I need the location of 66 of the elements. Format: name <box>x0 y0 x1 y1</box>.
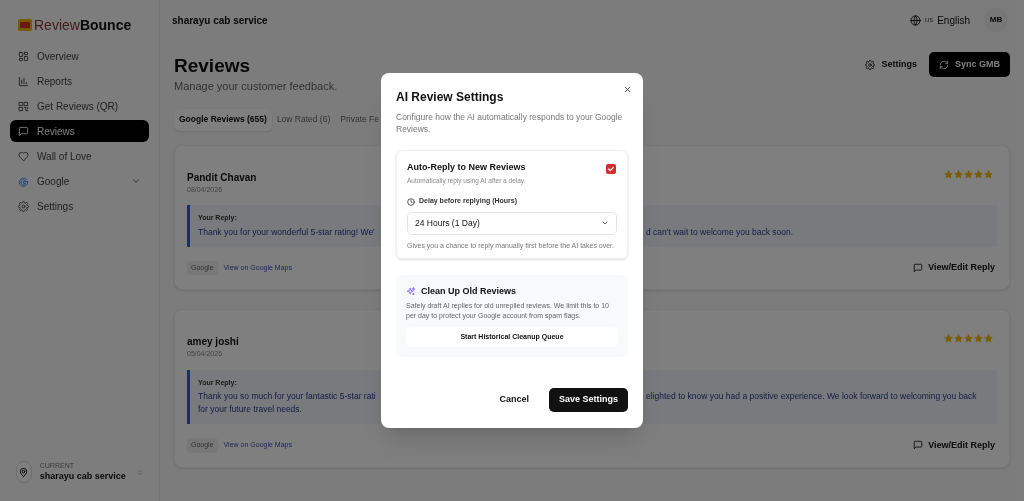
tab[interactable]: Google Reviews (655) <box>174 108 272 131</box>
sparkles-icon <box>406 286 416 297</box>
section-title: Auto-Reply to New Reviews <box>407 161 526 174</box>
star-icon <box>954 334 963 343</box>
dialog-title: AI Review Settings <box>396 89 505 106</box>
review-author: Pandit Chavan <box>187 170 257 185</box>
refresh-icon <box>939 59 949 70</box>
sidebar-item[interactable]: Google <box>10 170 149 192</box>
star-icon <box>944 334 953 343</box>
delay-select[interactable]: 24 Hours (1 Day) <box>407 211 617 235</box>
sidebar-item[interactable]: Settings <box>10 195 149 217</box>
edit-reply-button[interactable]: View/Edit Reply <box>913 438 995 452</box>
cancel-button[interactable]: Cancel <box>489 388 539 412</box>
star-icon <box>964 334 973 343</box>
current-business: sharayu cab service <box>39 470 126 483</box>
brand-name: ReviewBounce <box>34 17 132 32</box>
auto-reply-checkbox[interactable] <box>606 164 616 174</box>
globe-icon <box>909 14 921 26</box>
reply-text: Thank you for your wonderful 5-star rating! We' <box>198 225 376 239</box>
sync-button[interactable]: Sync GMB <box>929 52 1010 77</box>
dialog-description: Configure how the AI automatically responds to your Google Reviews. <box>396 111 624 135</box>
business-name: sharayu cab service <box>172 13 268 28</box>
tab[interactable]: Private Fe <box>335 108 384 131</box>
heart-icon <box>18 150 29 162</box>
star-icon <box>984 334 993 343</box>
user-avatar[interactable]: MB <box>984 8 1008 32</box>
sidebar-item[interactable]: Reports <box>10 70 149 92</box>
reply-text: d can't wait to welcome you back soon. <box>646 225 794 239</box>
star-icon <box>974 334 983 343</box>
chat-icon <box>18 125 29 137</box>
tab[interactable]: Low Rated (6) <box>271 108 336 131</box>
google-icon <box>18 175 29 187</box>
review-author: amey joshi <box>187 335 239 349</box>
sidebar-item[interactable]: Get Reviews (QR) <box>10 95 149 117</box>
language-name: English <box>937 13 970 28</box>
star-icon <box>984 169 993 179</box>
check-icon <box>607 165 615 173</box>
gear-icon <box>865 59 876 70</box>
location-icon <box>18 466 30 478</box>
chart-icon <box>18 75 29 87</box>
reply-text: elighted to know you had a positive experience. We look forward to welcoming you back <box>646 390 977 403</box>
close-icon <box>622 84 632 94</box>
qr-code-icon <box>18 100 29 112</box>
sidebar-item[interactable]: Reviews <box>10 120 149 142</box>
sidebar-item[interactable]: Overview <box>10 45 149 67</box>
page-title: Reviews <box>174 54 252 78</box>
logo-icon <box>18 18 32 31</box>
reply-text: for your future travel needs. <box>198 403 303 416</box>
clock-icon <box>407 197 415 206</box>
edit-reply-button[interactable]: View/Edit Reply <box>913 261 995 275</box>
language-code: us <box>924 14 934 26</box>
settings-button[interactable]: Settings <box>865 57 917 72</box>
page-subtitle: Manage your customer feedback. <box>174 79 338 94</box>
star-icon <box>964 169 973 179</box>
star-icon <box>974 169 983 179</box>
star-icon <box>944 169 953 179</box>
save-button[interactable]: Save Settings <box>548 388 628 412</box>
section-title: Clean Up Old Reviews <box>421 284 517 298</box>
chat-icon <box>913 440 924 451</box>
grid-icon <box>18 50 29 62</box>
sidebar-item[interactable]: Wall of Love <box>10 145 149 167</box>
star-icon <box>954 169 963 179</box>
chat-icon <box>913 262 924 273</box>
reply-text: Thank you so much for your fantastic 5-star rati <box>198 390 377 403</box>
language-button[interactable]: us English <box>909 12 970 28</box>
gear-icon <box>18 200 29 212</box>
